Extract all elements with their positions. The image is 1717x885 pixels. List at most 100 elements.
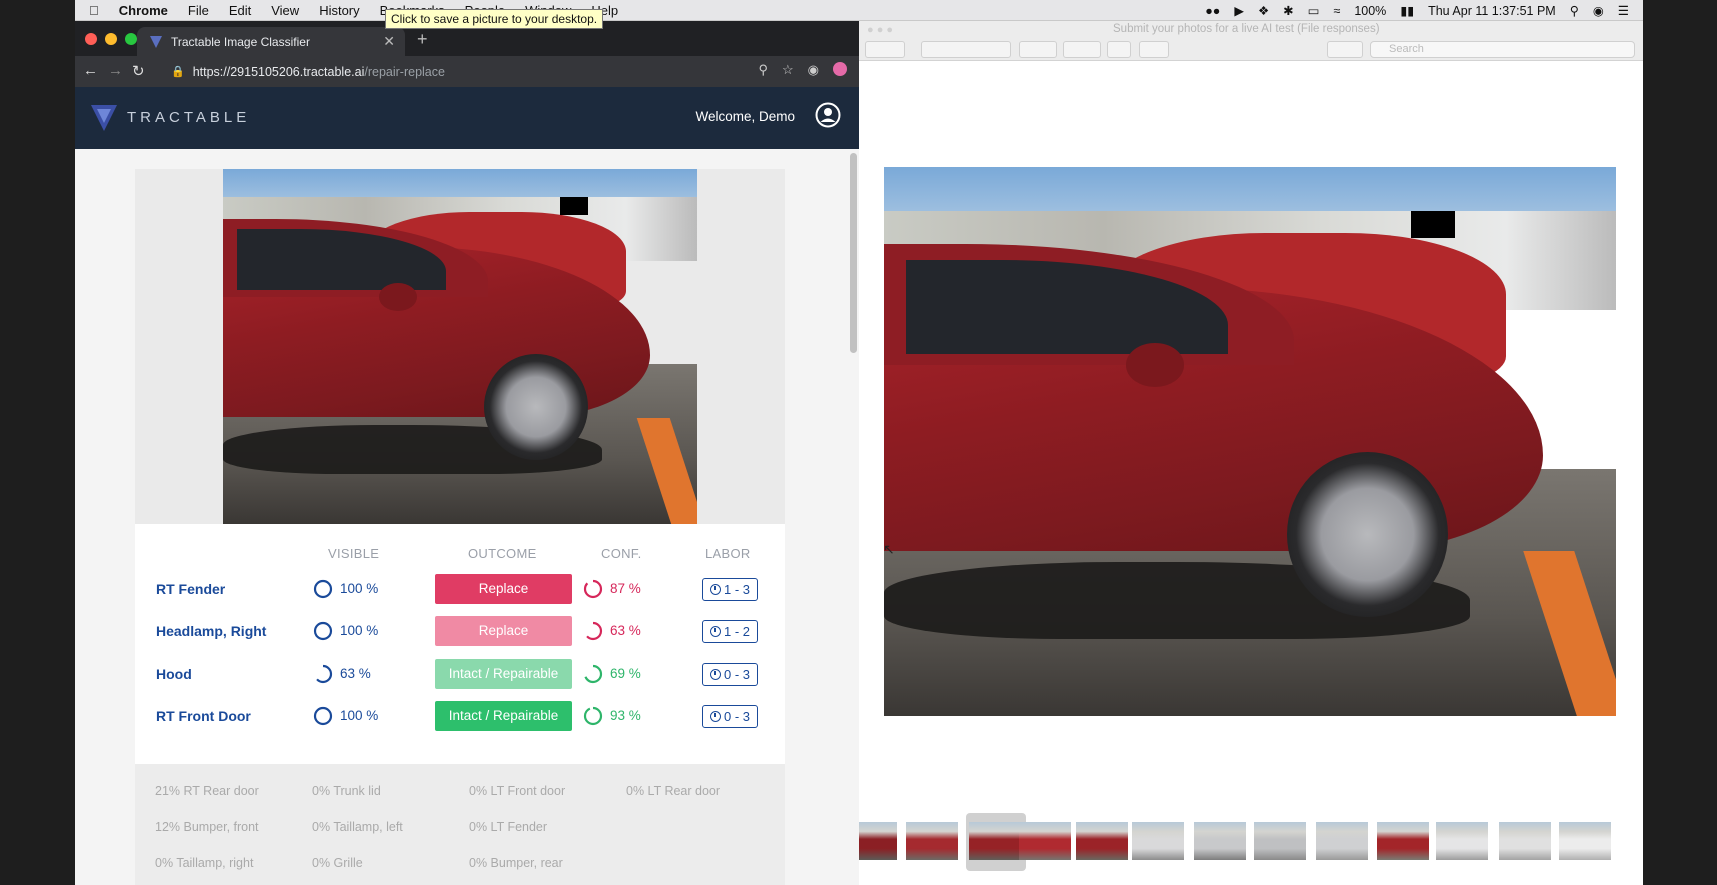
address-bar[interactable]: 🔒 https://2915105206.tractable.ai/repair… bbox=[167, 60, 817, 83]
back-forward-buttons[interactable] bbox=[865, 41, 905, 58]
labor-hours-badge[interactable]: 1 - 3 bbox=[702, 578, 758, 601]
photo-thumbnail[interactable] bbox=[859, 822, 897, 860]
part-name[interactable]: RT Fender bbox=[156, 581, 225, 597]
header-visible: VISIBLE bbox=[328, 546, 380, 561]
labor-hours: 0 - 3 bbox=[723, 667, 750, 682]
result-row: RT Fender 100 % Replace 87 % 1 - 3 bbox=[135, 574, 785, 604]
page-scrollbar[interactable] bbox=[850, 153, 857, 353]
play-icon[interactable]: ▶ bbox=[1234, 3, 1244, 18]
preview-title: Submit your photos for a live AI test (F… bbox=[1113, 23, 1380, 35]
dropbox-menu-icon[interactable] bbox=[1327, 41, 1363, 58]
outcome-badge[interactable]: Replace bbox=[435, 574, 572, 604]
photo-thumbnail[interactable] bbox=[969, 822, 1021, 860]
outcome-badge[interactable]: Intact / Repairable bbox=[435, 701, 572, 731]
bluetooth-icon[interactable]: ✱ bbox=[1283, 3, 1293, 18]
menu-file[interactable]: File bbox=[188, 3, 209, 18]
close-window-button[interactable] bbox=[85, 33, 97, 45]
profile-avatar-icon[interactable] bbox=[833, 62, 847, 76]
photo-thumbnail[interactable] bbox=[1436, 822, 1488, 860]
labor-hours-badge[interactable]: 1 - 2 bbox=[702, 620, 758, 643]
confidence-percent: 87 % bbox=[610, 581, 641, 596]
tractable-logo[interactable]: TRACTABLE bbox=[89, 101, 250, 133]
photo-thumbnail[interactable] bbox=[906, 822, 958, 860]
spotlight-search-icon[interactable]: ⚲ bbox=[1570, 3, 1579, 18]
menu-app-name[interactable]: Chrome bbox=[119, 3, 168, 18]
preview-window-controls[interactable]: ● ● ● bbox=[867, 24, 893, 36]
mouse-cursor: ↖ bbox=[883, 541, 895, 557]
labor-hours-badge[interactable]: 0 - 3 bbox=[702, 663, 758, 686]
photo-thumbnail[interactable] bbox=[1499, 822, 1551, 860]
confidence-ring-icon bbox=[583, 664, 603, 684]
damage-results-table: VISIBLE OUTCOME CONF. LABOR RT Fender 100… bbox=[135, 524, 785, 764]
airplay-icon[interactable]: ▭ bbox=[1308, 3, 1320, 18]
visible-percent: 63 % bbox=[340, 666, 371, 681]
photo-thumbnail[interactable] bbox=[1254, 822, 1306, 860]
photo-thumbnail[interactable] bbox=[1132, 822, 1184, 860]
other-part-score: 12% Bumper, front bbox=[155, 820, 259, 834]
photo-thumbnail[interactable] bbox=[1019, 822, 1071, 860]
wifi-icon[interactable]: ≈ bbox=[1333, 4, 1340, 18]
outcome-badge[interactable]: Replace bbox=[435, 616, 572, 646]
view-mode-buttons[interactable] bbox=[921, 41, 1011, 58]
clock-label[interactable]: Thu Apr 11 1:37:51 PM bbox=[1428, 4, 1556, 18]
uploaded-photo-card bbox=[135, 169, 785, 524]
browser-tab[interactable]: Tractable Image Classifier ✕ bbox=[137, 27, 405, 56]
zoom-icon[interactable]: ⚲ bbox=[758, 62, 768, 78]
thumbnail-strip bbox=[859, 807, 1643, 885]
menu-edit[interactable]: Edit bbox=[229, 3, 251, 18]
photo-thumbnail[interactable] bbox=[1559, 822, 1611, 860]
window-controls bbox=[85, 33, 137, 45]
close-tab-icon[interactable]: ✕ bbox=[383, 33, 395, 50]
share-icon[interactable] bbox=[1107, 41, 1131, 58]
result-row: Hood 63 % Intact / Repairable 69 % 0 - 3 bbox=[135, 659, 785, 689]
glasses-icon[interactable]: ●● bbox=[1205, 4, 1220, 18]
labor-hours-badge[interactable]: 0 - 3 bbox=[702, 705, 758, 728]
photo-thumbnail[interactable] bbox=[1194, 822, 1246, 860]
minimize-window-button[interactable] bbox=[105, 33, 117, 45]
preview-titlebar: ● ● ● Submit your photos for a live AI t… bbox=[859, 21, 1643, 39]
clock-icon bbox=[709, 626, 721, 637]
confidence-ring-icon bbox=[583, 706, 603, 726]
reload-icon[interactable]: ↻ bbox=[132, 62, 145, 80]
gear-icon[interactable] bbox=[1063, 41, 1101, 58]
menu-history[interactable]: History bbox=[319, 3, 359, 18]
new-tab-button[interactable]: + bbox=[417, 29, 428, 50]
labor-hours: 1 - 2 bbox=[723, 624, 750, 639]
battery-icon[interactable]: ▮▮ bbox=[1400, 3, 1414, 18]
back-icon[interactable]: ← bbox=[83, 62, 98, 79]
apple-icon[interactable]:  bbox=[89, 3, 99, 18]
logo-text: TRACTABLE bbox=[127, 108, 251, 126]
desktop-edge-left bbox=[0, 0, 75, 885]
photo-thumbnail[interactable] bbox=[1316, 822, 1368, 860]
other-part-score: 0% LT Front door bbox=[469, 784, 566, 798]
other-part-score: 0% LT Fender bbox=[469, 820, 548, 834]
battery-label[interactable]: 100% bbox=[1354, 4, 1386, 18]
photo-thumbnail[interactable] bbox=[1076, 822, 1128, 860]
app-header: TRACTABLE Welcome, Demo bbox=[75, 87, 859, 149]
chrome-window: Tractable Image Classifier ✕ + ← → ↻ 🔒 h… bbox=[75, 21, 859, 885]
toolbar-icons: ⚲ ☆ ◉ bbox=[758, 62, 847, 78]
other-part-score: 0% Taillamp, right bbox=[155, 856, 254, 870]
header-labor: LABOR bbox=[705, 546, 751, 561]
part-name[interactable]: Headlamp, Right bbox=[156, 623, 266, 639]
tag-icon[interactable] bbox=[1139, 41, 1169, 58]
siri-icon[interactable]: ◉ bbox=[1593, 3, 1604, 18]
confidence-ring-icon bbox=[583, 621, 603, 641]
incognito-icon[interactable]: ◉ bbox=[808, 62, 819, 78]
part-name[interactable]: Hood bbox=[156, 666, 192, 682]
part-name[interactable]: RT Front Door bbox=[156, 708, 251, 724]
tooltip: Click to save a picture to your desktop. bbox=[385, 9, 604, 29]
dropbox-icon[interactable]: ❖ bbox=[1258, 3, 1269, 18]
zoom-window-button[interactable] bbox=[125, 33, 137, 45]
preview-search-input[interactable]: Search bbox=[1370, 41, 1635, 58]
user-account-icon[interactable] bbox=[815, 102, 841, 128]
group-button[interactable] bbox=[1019, 41, 1057, 58]
bookmark-star-icon[interactable]: ☆ bbox=[782, 62, 794, 78]
notification-center-icon[interactable]: ☰ bbox=[1618, 3, 1629, 18]
desktop-edge-right bbox=[1643, 0, 1717, 885]
photo-thumbnail[interactable] bbox=[1377, 822, 1429, 860]
forward-icon[interactable]: → bbox=[108, 62, 123, 79]
outcome-badge[interactable]: Intact / Repairable bbox=[435, 659, 572, 689]
menu-view[interactable]: View bbox=[271, 3, 299, 18]
visible-percent: 100 % bbox=[340, 708, 379, 723]
